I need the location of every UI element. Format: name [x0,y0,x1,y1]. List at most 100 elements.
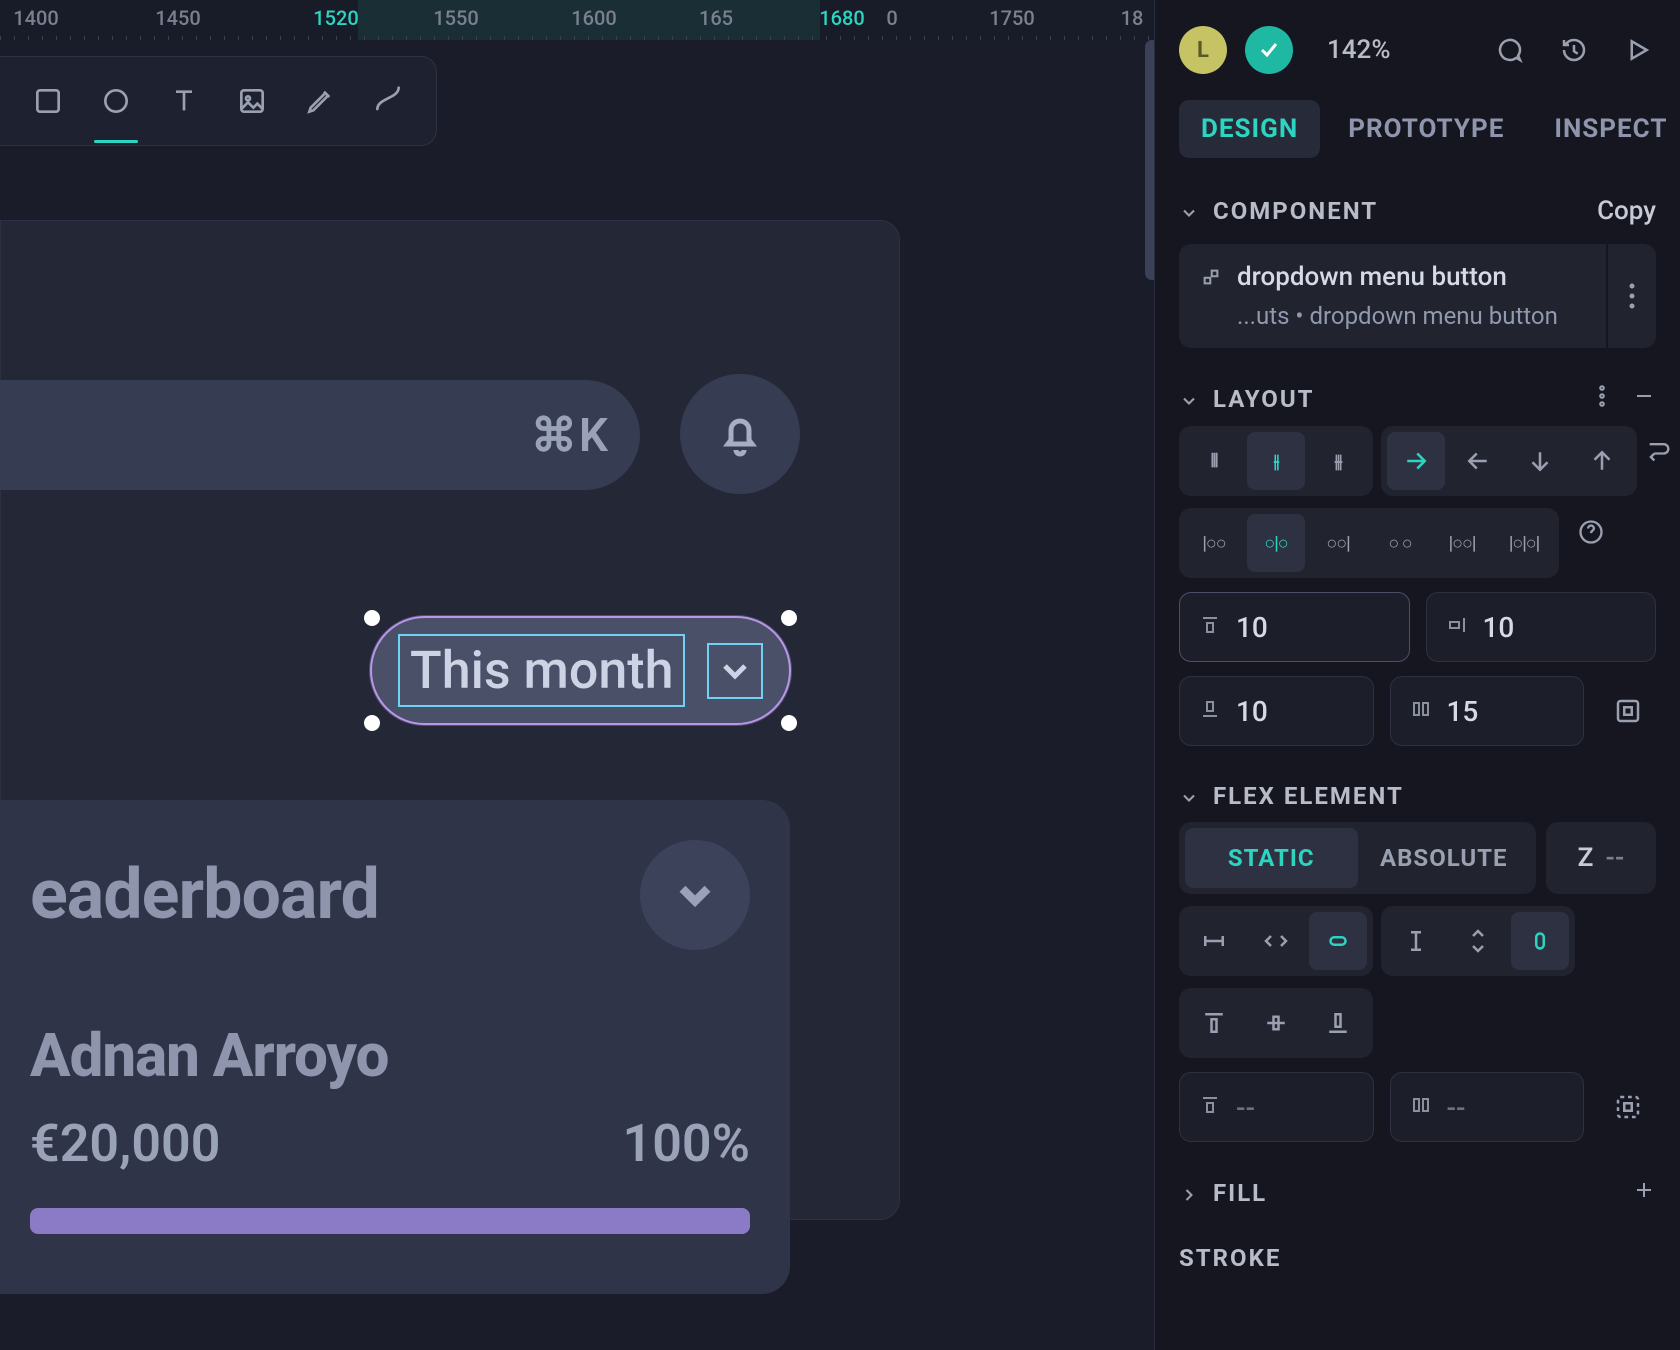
direction-left-button[interactable] [1449,432,1507,490]
tab-inspect[interactable]: INSPECT [1532,100,1680,158]
play-icon [1623,35,1653,65]
padding-bottom-icon [1198,697,1222,721]
arrow-right-icon [1401,446,1431,476]
align-start-button[interactable]: ⫴ [1185,432,1243,490]
ruler: 1400 1450 1520 1550 1600 165 1680 0 1750… [0,0,1154,40]
rectangle-tool[interactable] [18,71,78,131]
component-more-button[interactable] [1606,244,1656,348]
static-option[interactable]: STATIC [1185,828,1358,888]
tab-design[interactable]: DESIGN [1179,100,1320,158]
align-self-end-button[interactable] [1309,994,1367,1052]
pencil-tool[interactable] [290,71,350,131]
panel-tabs: DESIGN PROTOTYPE INSPECT [1155,92,1680,178]
ruler-tick: 1550 [433,6,478,30]
wrap-button[interactable] [1645,426,1673,474]
chevron-down-icon [1179,788,1199,808]
collapse-toggle[interactable] [1179,389,1199,409]
direction-down-button[interactable] [1511,432,1569,490]
ruler-tick: 1680 [819,6,864,30]
comments-button[interactable] [1492,32,1528,68]
flex-shrink-input[interactable]: -- [1390,1072,1585,1142]
chevron-right-icon [1179,1185,1199,1205]
copy-button[interactable]: Copy [1597,196,1656,226]
padding-bottom-input[interactable]: 10 [1179,676,1374,746]
justify-around-button[interactable]: |○○| [1433,514,1491,572]
arrow-left-icon [1463,446,1493,476]
flex-grow-input[interactable]: -- [1179,1072,1374,1142]
multiplayer-indicator[interactable] [1245,26,1293,74]
dropdown-label: This month [398,634,685,707]
justify-evenly-button[interactable]: |○|○| [1495,514,1553,572]
collapse-toggle[interactable] [1179,201,1199,221]
height-fill-button[interactable] [1449,912,1507,970]
component-link[interactable]: dropdown menu button ...uts • dropdown m… [1179,244,1606,348]
ruler-tick: 1750 [989,6,1034,30]
gap-input[interactable]: 15 [1390,676,1585,746]
more-vertical-icon [1628,281,1636,311]
bell-icon [716,410,764,458]
absolute-option[interactable]: ABSOLUTE [1358,828,1531,888]
more-vertical-icon [1590,384,1614,408]
selection-handle[interactable] [364,610,380,626]
text-tool[interactable] [154,71,214,131]
fill-section: FILL [1155,1160,1680,1226]
selection-handle[interactable] [364,715,380,731]
z-index-input[interactable]: Z -- [1546,822,1656,894]
width-fixed-button[interactable] [1185,912,1243,970]
flex-grow-icon [1198,1093,1222,1117]
align-center-button[interactable]: ⫲ [1247,432,1305,490]
add-fill-button[interactable] [1632,1178,1656,1208]
canvas-scrollbar[interactable] [1145,40,1154,280]
dropdown-menu-button-instance[interactable]: This month [370,616,791,725]
direction-up-button[interactable] [1573,432,1631,490]
direction-right-button[interactable] [1387,432,1445,490]
ruler-tick: 1400 [13,6,58,30]
direction-group [1381,426,1637,496]
justify-end-button[interactable]: ○○| [1309,514,1367,572]
align-self-center-icon [1261,1008,1291,1038]
height-fixed-button[interactable] [1387,912,1445,970]
width-fill-button[interactable] [1247,912,1305,970]
align-self-start-button[interactable] [1185,994,1243,1052]
padding-controls-button[interactable] [1600,676,1656,746]
component-path: ...uts • dropdown menu button [1199,302,1586,330]
width-hug-button[interactable] [1309,912,1367,970]
justify-center-button[interactable]: ○|○ [1247,514,1305,572]
history-button[interactable] [1556,32,1592,68]
expand-toggle[interactable] [1179,1183,1199,1203]
zoom-level[interactable]: 142% [1327,35,1390,65]
height-hug-button[interactable] [1511,912,1569,970]
component-icon [1199,265,1223,289]
section-title: COMPONENT [1213,197,1378,225]
history-icon [1559,35,1589,65]
curve-tool[interactable] [358,71,418,131]
flex-controls-button[interactable] [1600,1072,1656,1142]
justify-between-button[interactable]: ○ ○ [1371,514,1429,572]
ellipse-tool[interactable] [86,71,146,131]
notifications-button[interactable] [680,374,800,494]
padding-top-input[interactable]: 10 [1179,592,1410,662]
input-value: -- [1236,1091,1255,1124]
justify-help-button[interactable] [1567,508,1615,556]
collapse-toggle[interactable] [1179,786,1199,806]
user-avatar[interactable]: L [1179,26,1227,74]
section-title: LAYOUT [1213,385,1315,413]
justify-start-button[interactable]: |○○ [1185,514,1243,572]
tab-prototype[interactable]: PROTOTYPE [1326,100,1526,158]
align-end-button[interactable]: ⫵ [1309,432,1367,490]
align-self-center-button[interactable] [1247,994,1305,1052]
search-shortcut-label: ⌘K [531,408,610,463]
canvas-area[interactable]: 1400 1450 1520 1550 1600 165 1680 0 1750… [0,0,1154,1350]
ruler-tick: 1520 [313,6,358,30]
inspector-panel: L 142% DESIGN PROTOTYPE INSPECT COMPONEN… [1154,0,1680,1350]
z-value: -- [1605,843,1624,873]
padding-right-input[interactable]: 10 [1426,592,1657,662]
leaderboard-card[interactable]: eaderboard Adnan Arroyo €20,000 100% [0,800,790,1294]
search-field[interactable]: ⌘K [0,380,640,490]
remove-layout-button[interactable] [1632,384,1656,414]
play-button[interactable] [1620,32,1656,68]
image-tool[interactable] [222,71,282,131]
collapse-button[interactable] [640,840,750,950]
component-name: dropdown menu button [1237,262,1507,292]
layout-more-button[interactable] [1590,384,1614,414]
